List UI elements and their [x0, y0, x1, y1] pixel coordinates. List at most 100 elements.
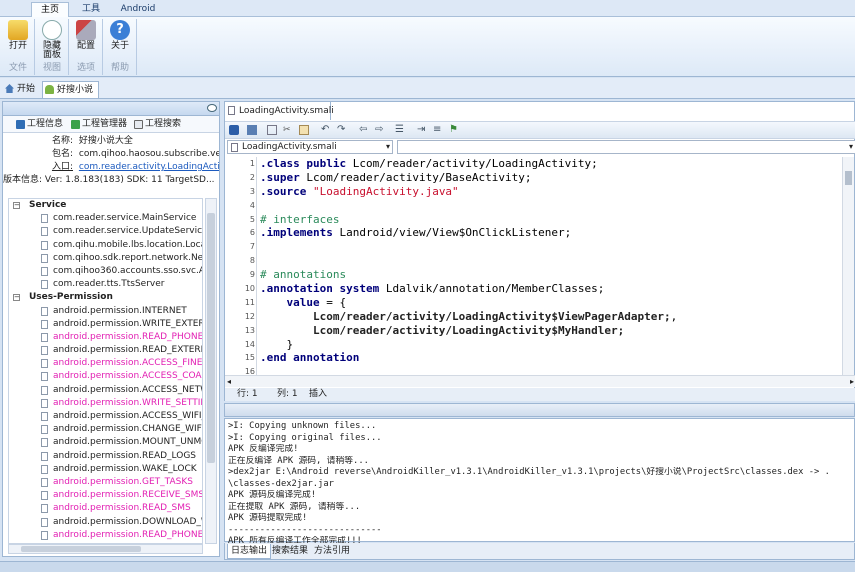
code-text: .end annotation: [260, 351, 359, 365]
tree-item[interactable]: android.permission.ACCESS_NETWO: [9, 384, 202, 397]
line-number: 6: [249, 228, 255, 238]
hide-panel-button[interactable]: 隐藏面板: [37, 20, 67, 60]
tab-project-info[interactable]: 工程信息: [15, 118, 67, 132]
line-number: 14: [244, 339, 255, 349]
about-button[interactable]: ? 关于: [105, 20, 135, 60]
tree-item[interactable]: com.reader.tts.TtsServer: [9, 278, 202, 291]
method-select[interactable]: ▾: [397, 140, 855, 154]
entry-link[interactable]: com.reader.activity.LoadingActivi...: [79, 162, 219, 172]
indent-icon[interactable]: ⇥: [417, 125, 427, 135]
tab-project-manager[interactable]: 工程管理器: [70, 118, 130, 132]
tree-horizontal-scrollbar[interactable]: [8, 544, 203, 554]
tree-item[interactable]: android.permission.CHANGE_WIFI_ST: [9, 423, 202, 436]
file-icon: [41, 332, 48, 342]
tree-item[interactable]: android.permission.GET_TASKS: [9, 476, 202, 489]
tree-item[interactable]: android.permission.WAKE_LOCK: [9, 463, 202, 476]
editor-vertical-scrollbar[interactable]: [842, 157, 854, 375]
tree-item[interactable]: android.permission.ACCESS_WIFI_ST: [9, 410, 202, 423]
collapse-icon[interactable]: −: [13, 294, 20, 302]
home-icon: [5, 84, 14, 93]
tab-home[interactable]: 主页: [31, 2, 69, 17]
group-file: 打开 文件: [2, 19, 35, 75]
tree-item[interactable]: android.permission.DOWNLOAD_WI: [9, 516, 202, 529]
tree-item[interactable]: android.permission.INTERNET: [9, 305, 202, 318]
tree-label: com.qihu.mobile.lbs.location.Location: [53, 239, 202, 250]
format-icon[interactable]: ☰: [395, 125, 405, 135]
file-icon: [41, 464, 48, 474]
editor-scroll-thumb[interactable]: [845, 171, 852, 185]
tab-method-references[interactable]: 方法引用: [311, 544, 353, 559]
undo-icon[interactable]: ↶: [321, 125, 331, 135]
project-panel: 工程信息 工程管理器 工程搜索 名称: 好搜小说大全 包名: com.qihoo…: [2, 101, 220, 557]
tree-item[interactable]: android.permission.READ_PHONE_ST: [9, 331, 202, 344]
tab-project-search[interactable]: 工程搜索: [133, 118, 185, 132]
tab-log-output[interactable]: 日志输出: [227, 544, 272, 559]
code-line: 15 .end annotation: [225, 351, 843, 365]
cut-icon[interactable]: ✂: [283, 125, 293, 135]
tree-label: android.permission.ACCESS_FINE_LO: [53, 358, 202, 369]
tab-android[interactable]: Android: [112, 2, 164, 17]
tree-category[interactable]: − Service: [9, 199, 202, 212]
code-editor: LoadingActivity.smali ✂ ↶ ↷ ⇦ ⇨ ☰ ⇥ ≡ ⚑ …: [224, 101, 855, 401]
file-icon: [41, 214, 48, 224]
tree-item[interactable]: android.permission.READ_LOGS: [9, 450, 202, 463]
paste-icon[interactable]: [299, 125, 309, 135]
tree-label: android.permission.CHANGE_WIFI_ST: [53, 424, 202, 435]
lock-icon[interactable]: [229, 125, 239, 135]
tree-item[interactable]: android.permission.WRITE_EXTERNAL: [9, 318, 202, 331]
line-number: 8: [249, 256, 255, 266]
tab-search-results[interactable]: 搜索结果: [269, 544, 311, 559]
group-options: 配置 选项: [70, 19, 103, 75]
info-package-row: 包名: com.qihoo.haosou.subscribe.vert...: [3, 148, 219, 161]
save-icon[interactable]: [247, 125, 257, 135]
tree-item[interactable]: com.qihu.mobile.lbs.location.Location: [9, 239, 202, 252]
tree-item[interactable]: android.permission.WRITE_SETTINGS: [9, 397, 202, 410]
tree-item[interactable]: android.permission.READ_SMS: [9, 502, 202, 515]
config-button[interactable]: 配置: [71, 20, 101, 60]
scroll-right-icon[interactable]: ▸: [850, 376, 854, 387]
tree-item[interactable]: android.permission.READ_PHONE_ST: [9, 529, 202, 542]
tree-label: com.reader.tts.TtsServer: [53, 279, 165, 290]
tree-item[interactable]: android.permission.READ_EXTERNAL_: [9, 344, 202, 357]
tree-item[interactable]: com.qihoo360.accounts.sso.svc.Accc: [9, 265, 202, 278]
tree-vertical-scrollbar[interactable]: [205, 198, 217, 544]
tree-item[interactable]: android.permission.ACCESS_COARSE: [9, 370, 202, 383]
open-button[interactable]: 打开: [3, 20, 33, 60]
forward-icon[interactable]: ⇨: [375, 125, 385, 135]
tree-item[interactable]: android.permission.MOUNT_UNMOU: [9, 436, 202, 449]
tab-start[interactable]: 开始: [3, 81, 41, 98]
help-icon: ?: [110, 20, 130, 40]
tree-item[interactable]: com.qihoo.sdk.report.network.Netwo: [9, 252, 202, 265]
tree-label: Uses-Permission: [29, 292, 113, 303]
tree-hscroll-thumb[interactable]: [21, 546, 141, 552]
editor-tab[interactable]: LoadingActivity.smali: [225, 102, 334, 120]
tree-category[interactable]: − Uses-Permission: [9, 291, 202, 304]
tab-project[interactable]: 好搜小说: [42, 81, 99, 98]
code-area[interactable]: 1 .class public Lcom/reader/activity/Load…: [225, 157, 843, 375]
file-icon: [41, 372, 48, 382]
eye-icon[interactable]: [207, 104, 217, 112]
bookmark-icon[interactable]: ⚑: [449, 125, 459, 135]
tree-item[interactable]: android.permission.RECEIVE_SMS: [9, 489, 202, 502]
tab-tools[interactable]: 工具: [74, 2, 108, 17]
output-panel-header[interactable]: [224, 403, 855, 417]
tree-item[interactable]: com.reader.service.UpdateService: [9, 225, 202, 238]
code-text: .implements Landroid/view/View$OnClickLi…: [260, 226, 571, 240]
scroll-left-icon[interactable]: ◂: [227, 376, 231, 387]
copy-icon[interactable]: [267, 125, 277, 135]
file-select[interactable]: LoadingActivity.smali ▾: [227, 140, 393, 154]
group-help: ? 关于 帮助: [104, 19, 137, 75]
align-icon[interactable]: ≡: [433, 125, 443, 135]
entry-label[interactable]: 入口:: [3, 161, 73, 174]
tree-scroll-thumb[interactable]: [207, 213, 215, 463]
back-icon[interactable]: ⇦: [359, 125, 369, 135]
code-token: # annotations: [260, 268, 347, 282]
collapse-icon[interactable]: −: [13, 202, 20, 209]
editor-horizontal-scrollbar[interactable]: ◂ ▸: [225, 375, 855, 387]
redo-icon[interactable]: ↷: [337, 125, 347, 135]
code-text: value = {: [260, 296, 346, 310]
log-line: >I: Copying unknown files...: [228, 421, 377, 431]
tree-item[interactable]: com.reader.service.MainService: [9, 212, 202, 225]
code-text: .annotation system Ldalvik/annotation/Me…: [260, 282, 604, 296]
tree-item[interactable]: android.permission.ACCESS_FINE_LO: [9, 357, 202, 370]
